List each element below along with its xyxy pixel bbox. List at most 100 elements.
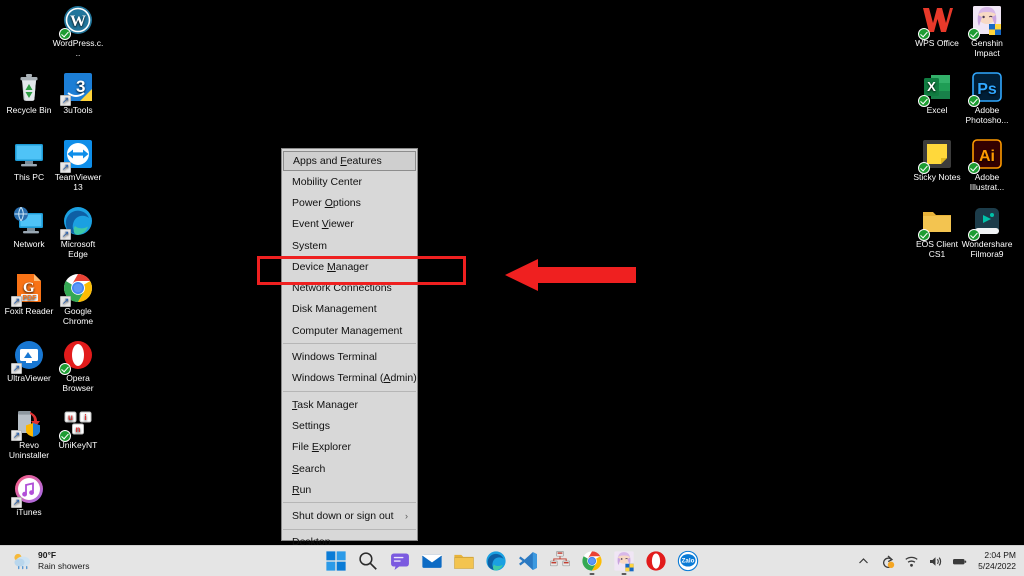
edge-icon: [485, 551, 507, 576]
opera-icon: [645, 551, 667, 576]
menu-item[interactable]: Mobility Center: [282, 171, 417, 192]
recycle-bin-icon: [13, 74, 45, 105]
desktop-icon[interactable]: Genshin Impact: [961, 4, 1013, 58]
annotation-arrow-icon: [505, 259, 636, 291]
desktop-icon[interactable]: ↗ Google Chrome: [52, 272, 104, 326]
speaker-icon[interactable]: [928, 554, 943, 569]
menu-item[interactable]: Search: [282, 458, 417, 479]
edge-button[interactable]: [485, 550, 507, 572]
desktop-icon[interactable]: ↗ iTunes: [3, 473, 55, 517]
menu-separator: [283, 528, 416, 530]
sync-check-icon: [918, 95, 930, 107]
desktop-icon[interactable]: Opera Browser: [52, 339, 104, 393]
sync-check-icon: [968, 229, 980, 241]
this-pc-icon: [13, 144, 45, 172]
menu-item[interactable]: Event Viewer: [282, 214, 417, 235]
desktop-icon-label: Google Chrome: [62, 306, 94, 326]
desktop-icon-label: UniKeyNT: [58, 440, 98, 450]
desktop-icon[interactable]: W WordPress.c...: [52, 4, 104, 58]
menu-separator: [283, 343, 416, 345]
desktop-icon-label: WordPress.c...: [52, 38, 104, 58]
menu-item[interactable]: File Explorer: [282, 437, 417, 458]
chrome-icon: ↗: [60, 274, 94, 307]
desktop-icon[interactable]: ↗ TeamViewer 13: [52, 138, 104, 192]
menu-item-label: Disk Management: [292, 303, 377, 316]
sun-behind-rain-cloud-icon: [14, 553, 30, 570]
desktop-icon-label: Excel: [926, 105, 948, 115]
desktop-icon[interactable]: 3 ↗ 3uTools: [52, 71, 104, 115]
chat-button[interactable]: [389, 550, 411, 572]
menu-item[interactable]: Disk Management: [282, 299, 417, 320]
menu-item-label: Event Viewer: [292, 218, 354, 231]
desktop-icon-label: Opera Browser: [62, 373, 94, 393]
menu-item-label: Apps and Features: [293, 155, 382, 167]
weather-text: 90°F Rain showers: [38, 550, 90, 572]
win-x-power-user-menu[interactable]: Apps and Features Mobility Center Power Op…: [281, 148, 418, 548]
menu-item[interactable]: Device Manager: [282, 256, 417, 277]
svg-text:n: n: [76, 425, 81, 434]
desktop-icon[interactable]: Ps Adobe Photosho...: [961, 71, 1013, 125]
taskbar-buttons: Zalo: [325, 550, 699, 575]
menu-item[interactable]: System: [282, 235, 417, 256]
weather-temperature: 90°F: [38, 550, 57, 560]
mail-button[interactable]: [421, 550, 443, 572]
menu-item-label: Windows Terminal: [292, 351, 377, 364]
start-button[interactable]: [325, 550, 347, 572]
menu-item-label: Run: [292, 483, 312, 496]
menu-item[interactable]: Task Manager: [282, 394, 417, 415]
desktop-icon-label: EOS Client CS1: [915, 239, 959, 259]
desktop-icon-label: Sticky Notes: [913, 172, 961, 182]
taskbar-weather-widget[interactable]: 90°F Rain showers: [12, 550, 90, 572]
genshin-impact-button[interactable]: [613, 550, 635, 575]
menu-item[interactable]: Power Options: [282, 192, 417, 213]
desktop-icon[interactable]: ↗ UltraViewer: [3, 339, 55, 383]
taskbar-clock[interactable]: 2:04 PM 5/24/2022: [978, 550, 1016, 572]
wifi-icon[interactable]: [904, 554, 919, 569]
running-indicator: [621, 573, 627, 575]
menu-item[interactable]: Run: [282, 479, 417, 500]
vscode-button[interactable]: [517, 550, 539, 572]
desktop-icon[interactable]: u i n UniKeyNT: [52, 406, 104, 450]
filmora-icon: [968, 208, 1003, 241]
desktop-icon[interactable]: Recycle Bin: [3, 71, 55, 115]
desktop-icon-label: TeamViewer 13: [54, 172, 102, 192]
desktop-icon[interactable]: Ai Adobe Illustrat...: [961, 138, 1013, 192]
desktop-icon-label: Network: [13, 239, 45, 249]
chevron-up-icon[interactable]: [856, 554, 871, 569]
menu-item[interactable]: Network Connections: [282, 277, 417, 298]
desktop-icon-label: Recycle Bin: [6, 105, 52, 115]
shortcut-arrow-icon: ↗: [11, 296, 22, 307]
file-explorer-button[interactable]: [453, 550, 475, 572]
zalo-button[interactable]: Zalo: [677, 550, 699, 572]
zalo-icon: Zalo: [677, 550, 699, 576]
shortcut-arrow-icon: ↗: [60, 296, 71, 307]
search-button[interactable]: [357, 550, 379, 572]
desktop-icon[interactable]: This PC: [3, 138, 55, 182]
desktop-icon[interactable]: ↗ Microsoft Edge: [52, 205, 104, 259]
menu-item[interactable]: Shut down or sign out ›: [282, 505, 417, 526]
desktop-icon[interactable]: WPS Office: [911, 4, 963, 48]
windows-logo-icon: [325, 551, 347, 576]
network-icon: [13, 206, 45, 239]
desktop-icon[interactable]: Network: [3, 205, 55, 249]
desktop-icon[interactable]: Sticky Notes: [911, 138, 963, 182]
network-tool-button[interactable]: [549, 550, 571, 572]
opera-button[interactable]: [645, 550, 667, 572]
desktop-icon[interactable]: X Excel: [911, 71, 963, 115]
network-map-icon: [549, 551, 571, 576]
menu-item[interactable]: Windows Terminal (Admin): [282, 368, 417, 389]
onedrive-sync-icon[interactable]: [880, 554, 895, 569]
desktop-icon[interactable]: ↗ Revo Uninstaller: [3, 406, 55, 460]
menu-item[interactable]: Windows Terminal: [282, 346, 417, 367]
battery-icon[interactable]: [952, 554, 967, 569]
running-indicator: [589, 573, 595, 575]
desktop-icon[interactable]: G PDF ↗ Foxit Reader: [3, 272, 55, 316]
menu-item[interactable]: Computer Management: [282, 320, 417, 341]
chrome-button[interactable]: [581, 550, 603, 575]
desktop-icon-label: iTunes: [16, 507, 42, 517]
desktop-icon-label: UltraViewer: [7, 373, 51, 383]
desktop-icon[interactable]: EOS Client CS1: [911, 205, 963, 259]
desktop-icon[interactable]: Wondershare Filmora9: [961, 205, 1013, 259]
menu-item[interactable]: Apps and Features: [283, 151, 416, 171]
menu-item[interactable]: Settings: [282, 415, 417, 436]
